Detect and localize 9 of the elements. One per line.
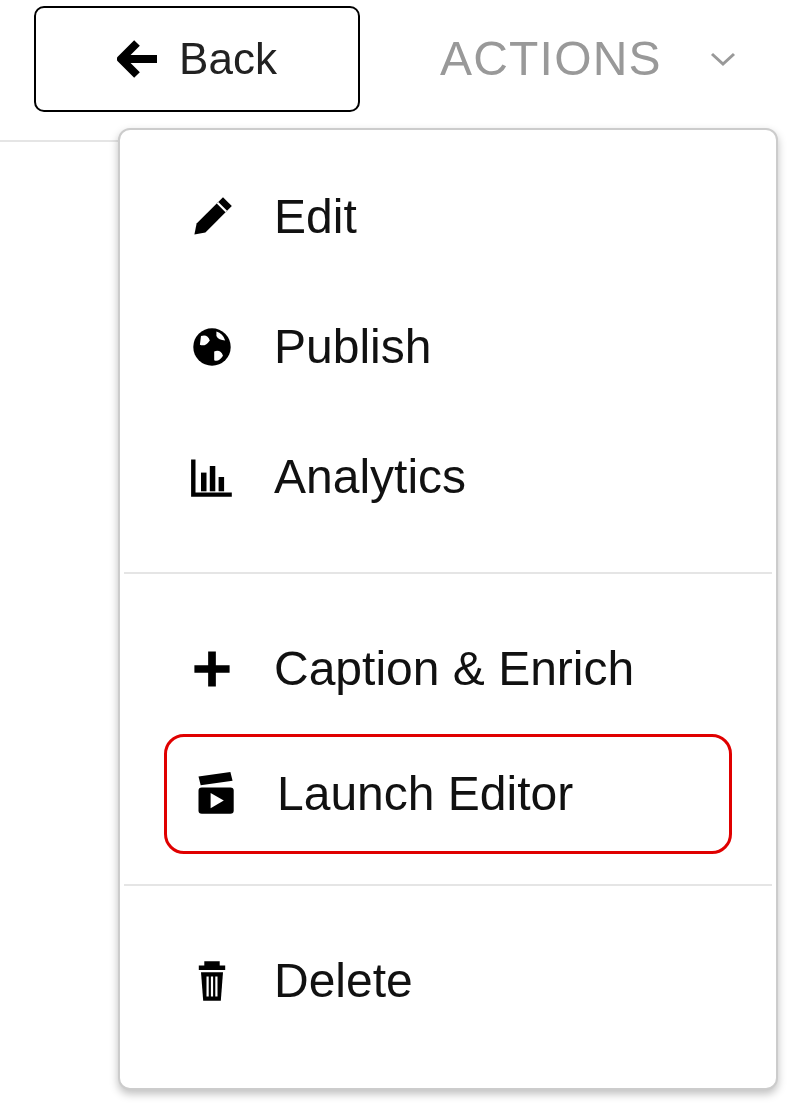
menu-item[interactable]: Publish	[164, 282, 732, 412]
back-button[interactable]: Back	[34, 6, 360, 112]
globe-icon	[190, 325, 234, 369]
menu-item[interactable]: Caption & Enrich	[164, 604, 732, 734]
menu-item[interactable]: Analytics	[164, 412, 732, 542]
menu-item[interactable]: Delete	[164, 916, 732, 1046]
menu-item[interactable]: Launch Editor	[164, 734, 732, 854]
back-arrow-icon	[117, 40, 160, 78]
menu-item[interactable]: Edit	[164, 152, 732, 282]
